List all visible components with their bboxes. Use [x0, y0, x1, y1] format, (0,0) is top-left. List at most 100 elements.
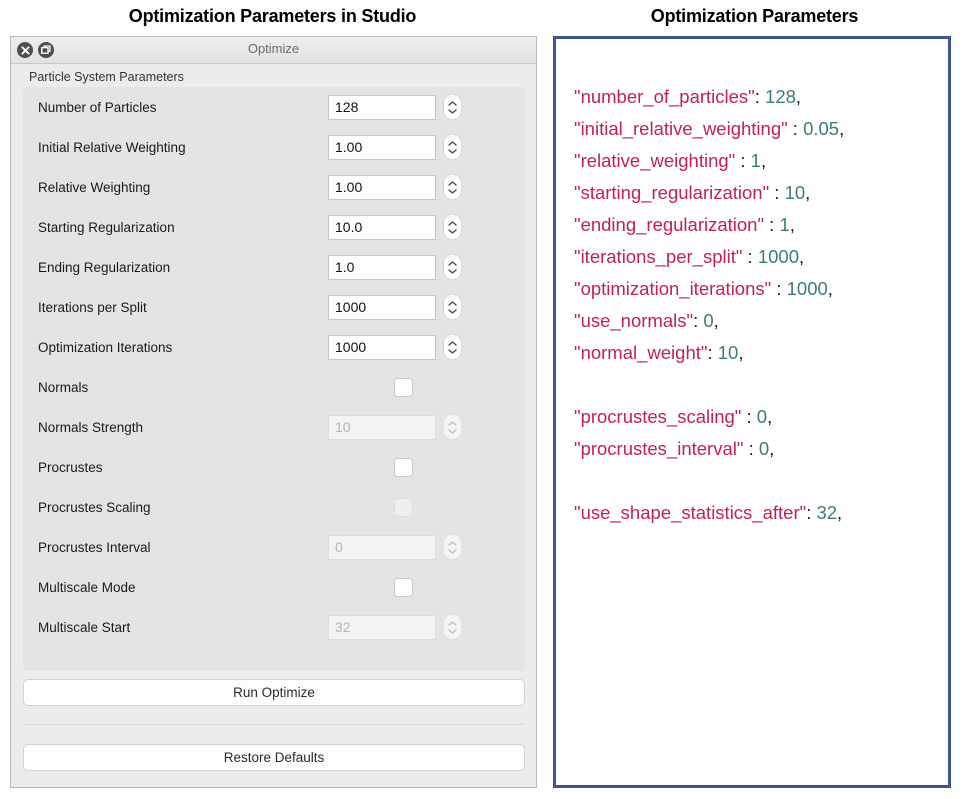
json-comma: , — [761, 150, 766, 171]
json-key: "ending_regularization" — [574, 214, 764, 235]
run-optimize-button[interactable]: Run Optimize — [23, 679, 525, 706]
json-colon: : — [764, 214, 774, 235]
chevron-down-icon — [448, 629, 457, 634]
json-value: 1000 — [753, 246, 799, 267]
json-colon: : — [735, 150, 745, 171]
spin-input[interactable]: 1.0 — [328, 255, 436, 280]
param-label: Starting Regularization — [38, 220, 175, 235]
spin-value: 10.0 — [329, 219, 362, 235]
chevron-down-icon[interactable] — [448, 109, 457, 114]
json-comma: , — [828, 278, 833, 299]
json-comma: , — [767, 406, 772, 427]
window-titlebar: Optimize — [11, 37, 536, 64]
json-value: 0 — [698, 310, 713, 331]
spin-value: 0 — [329, 539, 343, 555]
chevron-up-icon[interactable] — [448, 141, 457, 146]
chevron-up-icon[interactable] — [448, 341, 457, 346]
spin-input: 10 — [328, 415, 436, 440]
json-colon: : — [769, 182, 779, 203]
spin-value: 1.0 — [329, 259, 354, 275]
param-row: Optimization Iterations1000 — [23, 327, 525, 367]
json-key: "use_shape_statistics_after" — [574, 502, 806, 523]
chevron-up-icon — [448, 541, 457, 546]
spinner-stepper[interactable] — [443, 334, 462, 360]
json-line: "procrustes_scaling" : 0, — [574, 401, 948, 433]
chevron-down-icon[interactable] — [448, 349, 457, 354]
json-colon: : — [742, 246, 752, 267]
param-row: Ending Regularization 1.0 — [23, 247, 525, 287]
spin-value: 128 — [329, 99, 358, 115]
chevron-down-icon — [448, 429, 457, 434]
chevron-up-icon — [448, 621, 457, 626]
json-colon: : — [788, 118, 798, 139]
spinner-stepper[interactable] — [443, 254, 462, 280]
param-row: Number of Particles 128 — [23, 87, 525, 127]
spinner-stepper[interactable] — [443, 174, 462, 200]
json-key: "optimization_iterations" — [574, 278, 771, 299]
chevron-up-icon[interactable] — [448, 221, 457, 226]
param-label: Number of Particles — [38, 100, 157, 115]
spinner-stepper[interactable] — [443, 294, 462, 320]
json-line: "iterations_per_split" : 1000, — [574, 241, 948, 273]
param-row: Initial Relative Weighting1.00 — [23, 127, 525, 167]
json-comma: , — [805, 182, 810, 203]
json-comma: , — [738, 342, 743, 363]
json-key: "relative_weighting" — [574, 150, 735, 171]
chevron-down-icon[interactable] — [448, 229, 457, 234]
chevron-down-icon[interactable] — [448, 309, 457, 314]
chevron-up-icon[interactable] — [448, 261, 457, 266]
param-row: Procrustes Interval0 — [23, 527, 525, 567]
spin-input[interactable]: 1.00 — [328, 135, 436, 160]
spin-input[interactable]: 1.00 — [328, 175, 436, 200]
param-label: Iterations per Split — [38, 300, 147, 315]
spin-input[interactable]: 10.0 — [328, 215, 436, 240]
json-value: 32 — [811, 502, 837, 523]
checkbox[interactable] — [394, 458, 413, 477]
spinner-stepper[interactable] — [443, 134, 462, 160]
json-line: "starting_regularization" : 10, — [574, 177, 948, 209]
spin-input[interactable]: 1000 — [328, 295, 436, 320]
json-value: 10 — [713, 342, 739, 363]
json-comma: , — [714, 310, 719, 331]
spin-input[interactable]: 1000 — [328, 335, 436, 360]
left-figure-title: Optimization Parameters in Studio — [0, 0, 545, 27]
spin-input[interactable]: 128 — [328, 95, 436, 120]
spinner-stepper[interactable] — [443, 94, 462, 120]
param-label: Normals — [38, 380, 88, 395]
json-value: 0 — [754, 438, 769, 459]
checkbox[interactable] — [394, 578, 413, 597]
checkbox — [394, 498, 413, 517]
json-key: "normal_weight" — [574, 342, 707, 363]
json-comma: , — [790, 214, 795, 235]
param-row: Procrustes — [23, 447, 525, 487]
json-line: "ending_regularization" : 1, — [574, 209, 948, 241]
param-row: Starting Regularization 10.0 — [23, 207, 525, 247]
json-comma: , — [769, 438, 774, 459]
right-panel: Optimization Parameters "number_of_parti… — [545, 0, 964, 799]
json-key: "initial_relative_weighting" — [574, 118, 788, 139]
json-value: 0 — [752, 406, 767, 427]
param-row: Multiscale Mode — [23, 567, 525, 607]
right-figure-title: Optimization Parameters — [545, 0, 964, 27]
json-key: "iterations_per_split" — [574, 246, 742, 267]
chevron-down-icon — [448, 549, 457, 554]
restore-defaults-button[interactable]: Restore Defaults — [23, 744, 525, 771]
chevron-up-icon[interactable] — [448, 101, 457, 106]
json-line: "use_normals": 0, — [574, 305, 948, 337]
chevron-down-icon[interactable] — [448, 269, 457, 274]
checkbox[interactable] — [394, 378, 413, 397]
chevron-down-icon[interactable] — [448, 189, 457, 194]
spinner-stepper[interactable] — [443, 214, 462, 240]
json-comma: , — [799, 246, 804, 267]
json-key: "starting_regularization" — [574, 182, 769, 203]
optimize-window: Optimize Particle System Parameters Numb… — [10, 36, 537, 788]
param-label: Ending Regularization — [38, 260, 170, 275]
chevron-down-icon[interactable] — [448, 149, 457, 154]
json-key: "use_normals" — [574, 310, 693, 331]
param-row: Normals Strength10 — [23, 407, 525, 447]
chevron-up-icon[interactable] — [448, 181, 457, 186]
json-value: 1 — [774, 214, 789, 235]
json-colon: : — [771, 278, 781, 299]
spin-value: 1.00 — [329, 179, 362, 195]
chevron-up-icon[interactable] — [448, 301, 457, 306]
